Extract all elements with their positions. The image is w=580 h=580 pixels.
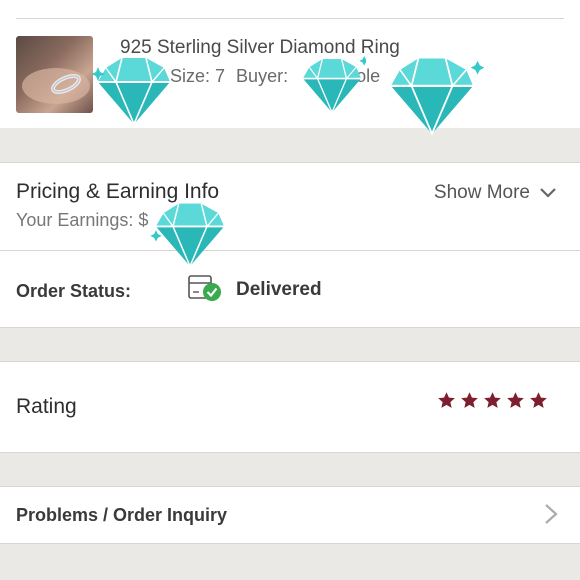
package-delivered-icon <box>188 275 221 301</box>
rating-label: Rating <box>16 395 77 418</box>
star-icon <box>484 392 501 408</box>
problems-label: Problems / Order Inquiry <box>16 505 228 525</box>
top-divider <box>16 18 564 19</box>
chevron-down-icon <box>540 188 556 198</box>
show-more-button[interactable]: Show More <box>434 182 556 204</box>
show-more-label: Show More <box>433 182 530 203</box>
product-card[interactable]: 925 Sterling Silver Diamond Ring Size: 7… <box>0 0 580 128</box>
star-icon <box>438 392 455 408</box>
order-status-value: Delivered <box>236 279 322 300</box>
pricing-card: Pricing & Earning Info Your Earnings: $ … <box>0 162 580 328</box>
problems-row[interactable]: Problems / Order Inquiry <box>0 486 580 544</box>
star-icon <box>507 392 524 408</box>
pricing-divider <box>0 250 580 251</box>
product-buyer-label: Buyer: <box>236 66 289 86</box>
diamond-sticker-icon <box>92 57 170 126</box>
rating-stars <box>437 391 548 410</box>
product-size: Size: 7 <box>170 66 226 86</box>
chevron-right-icon <box>545 504 558 524</box>
order-status-label: Order Status: <box>16 281 132 301</box>
rating-card: Rating <box>0 361 580 453</box>
star-icon <box>530 392 547 408</box>
star-icon <box>461 392 478 408</box>
diamond-sticker-icon <box>303 56 366 114</box>
earnings-label: Your Earnings: $ <box>16 210 149 230</box>
diamond-sticker-icon <box>150 203 224 268</box>
diamond-sticker-icon <box>391 58 484 136</box>
product-thumbnail[interactable] <box>16 36 93 113</box>
